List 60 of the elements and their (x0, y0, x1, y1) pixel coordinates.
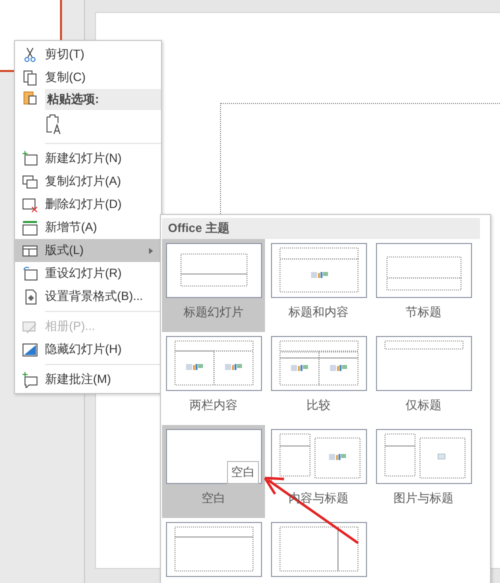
clipboard-icon (22, 89, 38, 105)
menu-item[interactable]: 新增节(A) (15, 216, 161, 239)
layout-label: 仅标题 (406, 397, 442, 414)
paste-options-label: 粘贴选项: (46, 91, 99, 108)
hide-slide-icon (22, 342, 38, 358)
menu-item[interactable]: 新建批注(M) (15, 368, 161, 391)
reset-slide-icon (22, 266, 38, 282)
copy-icon (22, 70, 38, 86)
layout-thumbnail[interactable] (376, 429, 472, 484)
layout-thumbnail[interactable] (270, 429, 366, 484)
submenu-arrow-icon (149, 248, 153, 254)
layout-label: 节标题 (406, 304, 442, 321)
menu-item[interactable]: 复制(C) (15, 66, 161, 89)
layout-label: 图片与标题 (394, 490, 454, 507)
layout-label: 比较 (306, 397, 330, 414)
menu-item[interactable]: 删除幻灯片(D) (15, 193, 161, 216)
content-icons (224, 364, 242, 370)
content-icons (328, 454, 346, 460)
picture-placeholder-icon (437, 454, 445, 460)
layout-option[interactable]: 标题和内容 (267, 239, 370, 332)
paste-text-only-icon[interactable] (45, 114, 63, 136)
layout-label: 标题幻灯片 (184, 304, 244, 321)
layout-thumbnail[interactable] (376, 243, 472, 298)
layout-option[interactable]: 图片与标题 (372, 425, 475, 518)
content-icons (310, 272, 328, 278)
content-icons (290, 365, 308, 371)
menu-item[interactable]: 剪切(T) (15, 43, 161, 66)
menu-item[interactable]: 新建幻灯片(N) (15, 147, 161, 170)
new-comment-icon (22, 372, 38, 388)
layout-thumbnail[interactable] (270, 243, 366, 298)
layout-option[interactable]: 比较 (267, 332, 370, 425)
layout-icon (22, 242, 38, 258)
layout-thumbnail[interactable] (376, 336, 472, 391)
delete-slide-icon (22, 196, 38, 212)
layout-thumbnail[interactable] (270, 336, 366, 391)
menu-item[interactable]: 隐藏幻灯片(H) (15, 338, 161, 361)
menu-item[interactable]: 设置背景格式(B)... (15, 285, 161, 308)
layout-option[interactable]: 两栏内容 (162, 332, 265, 425)
layout-thumbnail[interactable] (166, 522, 262, 577)
new-slide-icon (22, 150, 38, 166)
layout-thumbnail[interactable] (270, 522, 366, 577)
layout-label: 标题和内容 (288, 304, 348, 321)
layout-label: 两栏内容 (190, 397, 238, 414)
layout-option[interactable]: 空白 空白 (162, 425, 265, 518)
layout-thumbnail[interactable] (166, 243, 262, 298)
menu-item[interactable]: 版式(L) (15, 239, 161, 262)
section-icon (22, 220, 38, 236)
duplicate-slide-icon (22, 174, 38, 190)
photo-album-icon (22, 318, 38, 334)
menu-item[interactable]: 重设幻灯片(R) (15, 262, 161, 285)
scissors-icon (22, 46, 38, 62)
layout-option[interactable]: 节标题 (372, 239, 475, 332)
content-icons (186, 364, 202, 370)
content-icons (330, 365, 346, 371)
layout-option[interactable]: 仅标题 (372, 332, 475, 425)
menu-item[interactable]: 复制幻灯片(A) (15, 170, 161, 193)
layout-option[interactable]: 标题幻灯片 (162, 239, 265, 332)
tooltip: 空白 (227, 461, 259, 484)
gallery-header: Office 主题 (162, 218, 480, 239)
layout-thumbnail[interactable] (166, 336, 262, 391)
